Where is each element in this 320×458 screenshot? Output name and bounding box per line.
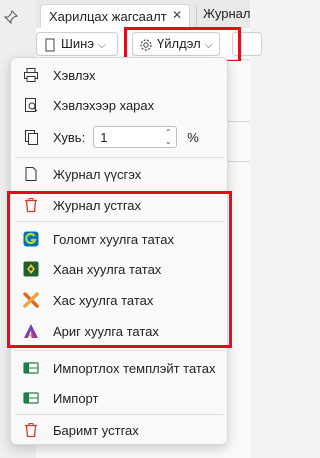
tab-contacts-list[interactable]: Харилцах жагсаалт ✕ xyxy=(40,4,190,28)
menu-item-label: Журнал үүсгэх xyxy=(53,166,142,182)
menu-item-import[interactable]: Импорт xyxy=(11,384,227,412)
copies-value: 1 xyxy=(100,130,108,145)
copies-input[interactable]: 1 ⌃ ⌄ xyxy=(93,126,178,148)
tab-journal[interactable]: Журнал xyxy=(196,6,256,28)
new-button-label: Шинэ xyxy=(61,36,94,51)
print-preview-icon xyxy=(25,98,38,112)
tab-bar: Харилцах жагсаалт ✕ Журнал xyxy=(36,0,250,28)
pin-icon[interactable] xyxy=(4,10,18,24)
menu-item-copies: Хувь: 1 ⌃ ⌄ % xyxy=(11,123,227,151)
copy-icon xyxy=(25,130,38,145)
spinner[interactable]: ⌃ ⌄ xyxy=(163,128,173,146)
chevron-down-icon[interactable]: ⌄ xyxy=(163,137,173,146)
menu-separator xyxy=(15,414,223,415)
menu-item-create-journal[interactable]: Журнал үүсгэх xyxy=(11,160,227,188)
menu-item-import-template[interactable]: Импортлох темплэйт татах xyxy=(11,354,227,382)
menu-item-label: Хэвлэхээр харах xyxy=(53,97,155,113)
excel-file-icon xyxy=(23,392,39,404)
document-icon xyxy=(45,38,55,52)
menu-item-label: Хэвлэх xyxy=(53,67,96,83)
chevron-up-icon[interactable]: ⌃ xyxy=(163,128,173,137)
menu-separator xyxy=(15,157,223,158)
trash-icon xyxy=(25,423,37,438)
menu-item-print[interactable]: Хэвлэх xyxy=(11,61,227,89)
tab-label: Харилцах жагсаалт xyxy=(49,9,167,24)
menu-item-label: Импорт xyxy=(53,390,99,406)
highlight-bank-statements xyxy=(7,191,232,348)
menu-item-label: Импортлох темплэйт татах xyxy=(53,360,216,376)
menu-item-print-preview[interactable]: Хэвлэхээр харах xyxy=(11,91,227,119)
copies-unit: % xyxy=(187,129,199,145)
chevron-down-icon: ⌵ xyxy=(98,40,106,51)
menu-item-label: Баримт устгах xyxy=(53,422,139,438)
document-icon xyxy=(25,167,37,181)
close-icon[interactable]: ✕ xyxy=(172,8,182,22)
printer-icon xyxy=(24,68,38,82)
copies-label: Хувь: xyxy=(53,129,86,145)
menu-item-delete-document[interactable]: Баримт устгах xyxy=(11,416,227,444)
new-button[interactable]: Шинэ ⌵ xyxy=(36,32,118,56)
menu-separator xyxy=(15,350,223,351)
excel-file-icon xyxy=(23,362,39,374)
